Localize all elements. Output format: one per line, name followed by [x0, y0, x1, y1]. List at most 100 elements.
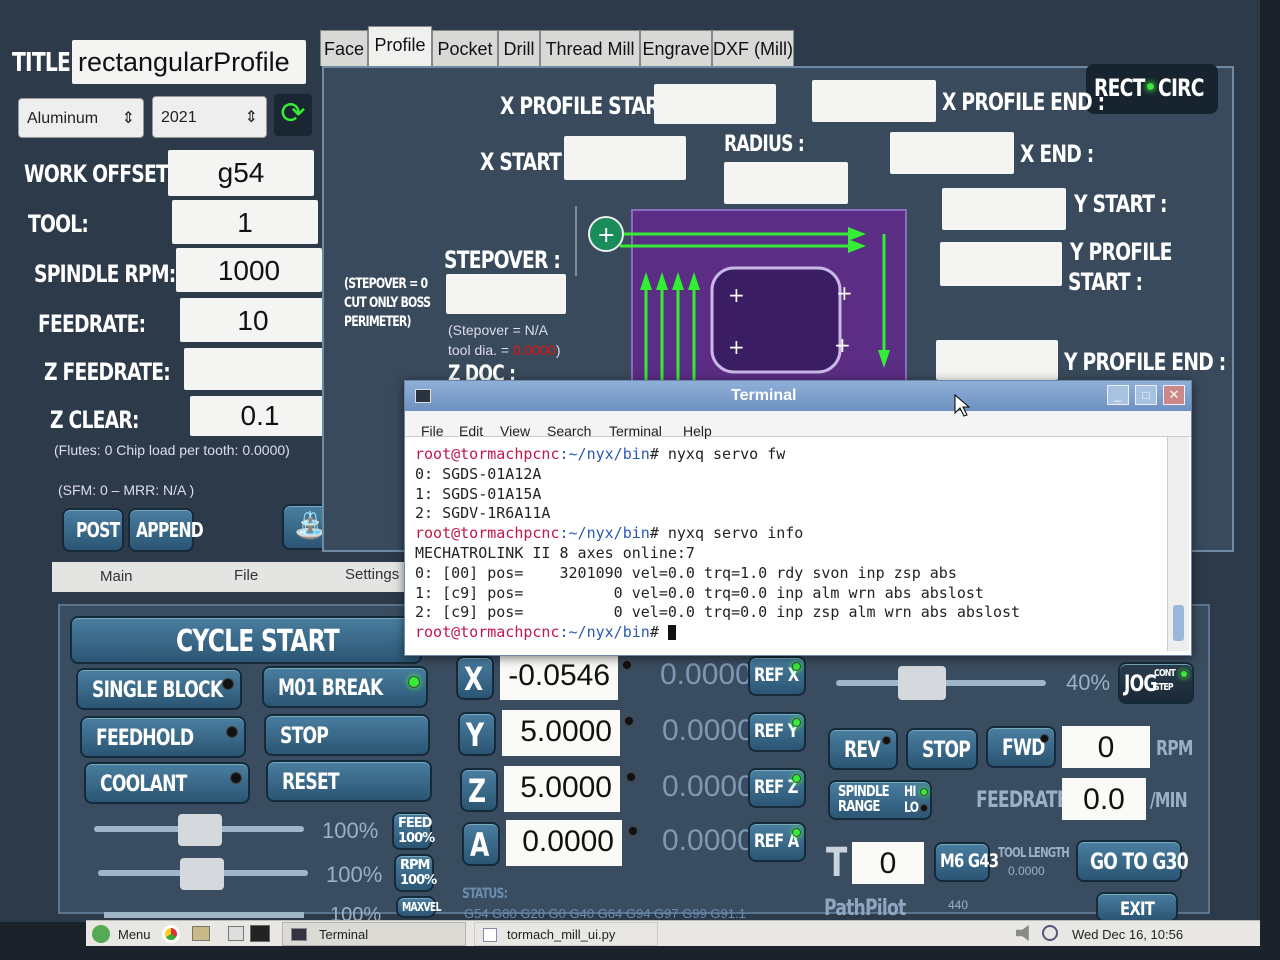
taskbar-menu[interactable]: Menu — [118, 927, 151, 942]
tab-main[interactable]: Main — [100, 568, 133, 585]
ref-a-button[interactable]: REF A — [748, 822, 806, 862]
spindle-rpm-input-main[interactable]: 0 — [1062, 726, 1150, 768]
version-label: 440 — [948, 898, 969, 912]
dro-x-value[interactable]: -0.0546 — [500, 654, 618, 700]
minimize-icon[interactable]: _ — [1107, 385, 1129, 405]
spindle-range-button[interactable]: SPINDLE RANGE HI LO — [828, 780, 932, 820]
maxvel-override-slider[interactable] — [104, 912, 304, 918]
feed-slider-handle[interactable] — [178, 814, 222, 846]
feedhold-label: FEEDHOLD — [96, 726, 194, 751]
zero-y-button[interactable]: Y — [458, 712, 496, 756]
alloy-select[interactable]: 2021 ⇕ — [152, 96, 267, 138]
ref-z-button[interactable]: REF Z — [748, 768, 806, 808]
tab-drill[interactable]: Drill — [498, 30, 540, 66]
y-profile-end-input[interactable] — [936, 340, 1058, 380]
zero-x-button[interactable]: X — [456, 656, 494, 700]
stop-button[interactable]: STOP — [264, 714, 430, 756]
dro-z-value[interactable]: 5.0000 — [504, 766, 620, 812]
rpm-slider-handle[interactable] — [180, 858, 224, 890]
m6-g43-label: M6 G43 — [940, 850, 999, 872]
dro-y-value[interactable]: 5.0000 — [502, 710, 620, 756]
feed-100-button[interactable]: FEED 100% — [392, 812, 435, 850]
tab-settings[interactable]: Settings — [345, 566, 399, 583]
maxvel-button[interactable]: MAXVEL — [396, 896, 441, 918]
network-icon[interactable] — [1042, 925, 1058, 941]
rpm-100-button[interactable]: RPM 100% — [394, 854, 437, 892]
stop-label: STOP — [280, 724, 329, 749]
terminal-line: 0: [00] pos= 3201090 vel=0.0 trq=1.0 rdy… — [415, 563, 957, 582]
feedrate-input[interactable]: 10 — [180, 298, 326, 342]
reset-button[interactable]: RESET — [266, 760, 432, 802]
menu-edit[interactable]: Edit — [459, 423, 483, 439]
zero-a-button[interactable]: A — [462, 822, 500, 866]
coolant-button[interactable]: COOLANT — [84, 762, 250, 804]
terminal-launcher-icon[interactable] — [250, 925, 270, 942]
tab-profile[interactable]: Profile — [368, 26, 432, 66]
z-clear-input[interactable]: 0.1 — [190, 396, 330, 436]
menu-icon[interactable] — [92, 925, 110, 943]
tool-dia-text: tool dia. = 0.0000) — [448, 342, 561, 358]
tab-engrave[interactable]: Engrave — [640, 30, 712, 66]
ref-y-button[interactable]: REF Y — [748, 712, 806, 752]
terminal-line: root@tormachpcnc:~/nyx/bin# nyxq servo i… — [415, 524, 1163, 544]
feedrate-main-value[interactable]: 0.0 — [1062, 778, 1146, 820]
terminal-scrollbar[interactable] — [1167, 437, 1189, 651]
y-profile-start-input[interactable] — [940, 242, 1062, 286]
task-mill-ui[interactable]: tormach_mill_ui.py — [474, 922, 658, 946]
goto-g30-button[interactable]: GO TO G30 — [1076, 840, 1189, 882]
volume-icon[interactable] — [1016, 925, 1029, 941]
terminal-titlebar[interactable]: Terminal _ □ ✕ — [405, 381, 1191, 411]
single-block-button[interactable]: SINGLE BLOCK — [76, 668, 242, 710]
pathpilot-logo: PathPilot — [824, 896, 906, 921]
feedhold-button[interactable]: FEEDHOLD — [80, 716, 246, 758]
dro-a-value[interactable]: 0.0000 — [506, 820, 622, 866]
spindle-stop-button[interactable]: STOP — [906, 728, 978, 770]
folder-icon[interactable] — [192, 926, 210, 941]
m01-break-button[interactable]: M01 BREAK — [262, 666, 428, 708]
material-select[interactable]: Aluminum ⇕ — [18, 98, 144, 138]
rect-circ-toggle[interactable]: RECT CIRC — [1086, 64, 1218, 114]
menu-search[interactable]: Search — [547, 423, 591, 439]
stepover-input[interactable] — [446, 274, 566, 314]
spin-icon: ⇕ — [121, 110, 135, 127]
menu-file[interactable]: File — [421, 423, 444, 439]
menu-terminal[interactable]: Terminal — [609, 423, 662, 439]
post-button[interactable]: POST — [62, 508, 124, 552]
close-icon[interactable]: ✕ — [1163, 385, 1185, 405]
title-input[interactable]: rectangularProfile — [72, 40, 306, 84]
m6-g43-button[interactable]: M6 G43 — [934, 842, 999, 882]
ref-x-button[interactable]: REF X — [748, 656, 806, 696]
tool-number-input[interactable]: 0 — [852, 842, 924, 884]
maximize-icon[interactable]: □ — [1135, 385, 1157, 405]
menu-view[interactable]: View — [500, 423, 530, 439]
z-feedrate-input[interactable] — [184, 348, 328, 390]
axis-x-label: X — [464, 660, 483, 698]
feedhold-led — [226, 726, 238, 738]
jog-slider-handle[interactable] — [898, 666, 946, 700]
zero-z-button[interactable]: Z — [460, 768, 498, 812]
terminal-app-icon — [415, 389, 431, 403]
tab-pocket[interactable]: Pocket — [432, 30, 498, 66]
jog-mode-button[interactable]: JOG CONT STEP — [1118, 662, 1194, 704]
spindle-rpm-input[interactable]: 1000 — [176, 248, 322, 292]
work-offset-input[interactable]: g54 — [168, 150, 314, 196]
browser-icon[interactable] — [162, 925, 180, 943]
files-icon[interactable] — [228, 926, 244, 941]
append-button[interactable]: APPEND — [128, 508, 204, 552]
tab-dxf-mill[interactable]: DXF (Mill) — [712, 30, 794, 66]
spindle-rev-button[interactable]: REV — [828, 728, 898, 770]
spindle-fwd-button[interactable]: FWD — [986, 726, 1056, 768]
terminal-output[interactable]: root@tormachpcnc:~/nyx/bin# nyxq servo f… — [415, 445, 1163, 643]
tab-thread-mill[interactable]: Thread Mill — [540, 30, 640, 66]
y-start-input[interactable] — [942, 188, 1066, 230]
exit-button[interactable]: EXIT — [1096, 892, 1178, 922]
prompt-path: :~/nyx/bin — [559, 524, 650, 543]
menu-help[interactable]: Help — [683, 423, 712, 439]
refresh-icon[interactable]: ⟳ — [274, 94, 312, 136]
tool-input[interactable]: 1 — [172, 200, 318, 244]
cycle-start-button[interactable]: CYCLE START — [70, 616, 422, 664]
task-terminal[interactable]: Terminal — [282, 922, 466, 946]
tab-face[interactable]: Face — [320, 30, 368, 66]
tab-file[interactable]: File — [234, 567, 258, 584]
scrollbar-thumb[interactable] — [1173, 605, 1184, 641]
